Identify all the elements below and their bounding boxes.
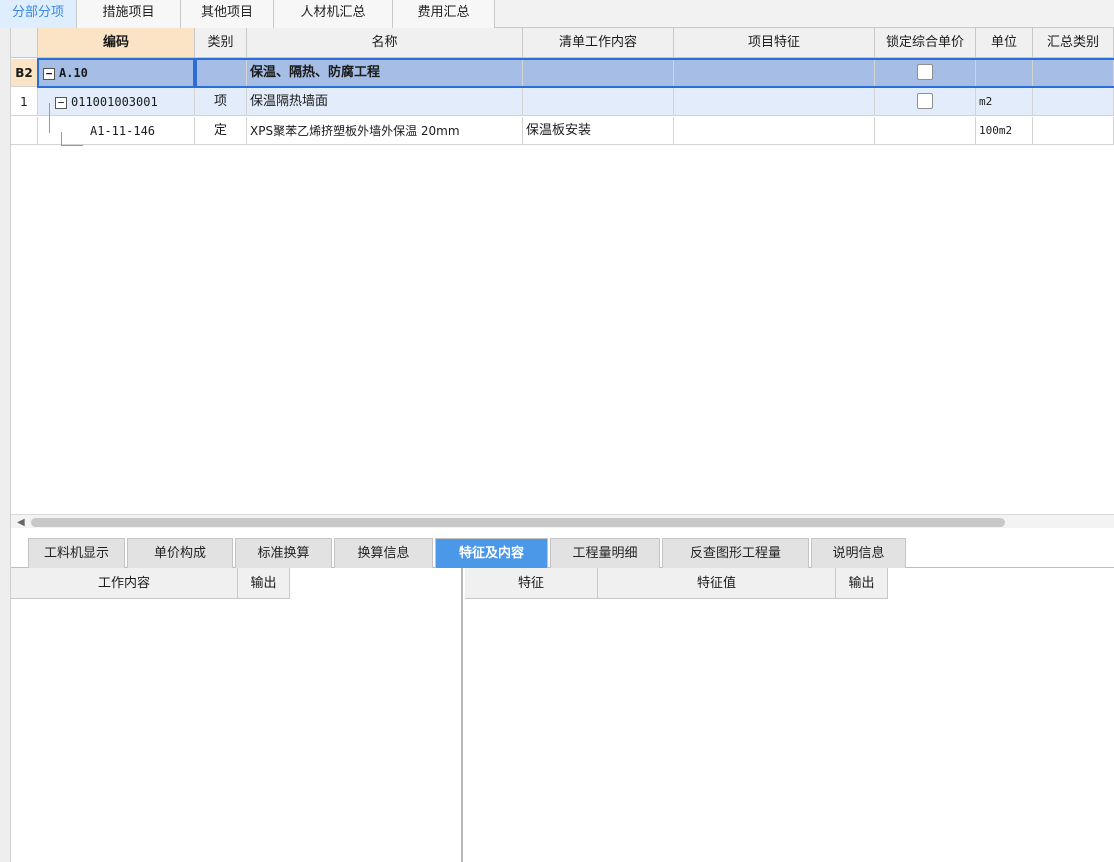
header-feature[interactable]: 项目特征 xyxy=(674,28,875,58)
header-output[interactable]: 输出 xyxy=(238,568,290,599)
type-cell[interactable] xyxy=(195,59,247,87)
header-work-content[interactable]: 工作内容 xyxy=(11,568,238,599)
header-unit[interactable]: 单位 xyxy=(976,28,1033,58)
header-summary-type[interactable]: 汇总类别 xyxy=(1033,28,1114,58)
row-number: 1 xyxy=(11,88,38,116)
detail-tab-bar: 工料机显示 单价构成 标准换算 换算信息 特征及内容 工程量明细 反查图形工程量… xyxy=(11,536,1114,568)
work-content-cell[interactable] xyxy=(523,59,674,87)
tab-labor-material-summary[interactable]: 人材机汇总 xyxy=(274,0,393,28)
tab-measures[interactable]: 措施项目 xyxy=(77,0,181,28)
unit-cell[interactable]: m2 xyxy=(976,88,1033,116)
tab-other-items[interactable]: 其他项目 xyxy=(181,0,274,28)
tab-unit-price-composition[interactable]: 单价构成 xyxy=(127,538,233,568)
tab-labor-material-display[interactable]: 工料机显示 xyxy=(28,538,125,568)
header-code[interactable]: 编码 xyxy=(38,28,195,58)
work-content-panel: 工作内容 输出 xyxy=(11,568,463,862)
horizontal-scrollbar[interactable]: ◀ xyxy=(11,514,1114,528)
summary-cell[interactable] xyxy=(1033,59,1114,87)
scroll-thumb[interactable] xyxy=(31,518,1005,527)
work-content-cell[interactable] xyxy=(523,88,674,116)
tab-reverse-graphic-quantity[interactable]: 反查图形工程量 xyxy=(662,538,809,568)
unit-cell[interactable]: 100m2 xyxy=(976,117,1033,145)
row-number xyxy=(11,117,38,145)
lock-price-cell[interactable] xyxy=(875,88,976,116)
items-grid: 编码 类别 名称 清单工作内容 项目特征 锁定综合单价 单位 汇总类别 B2 −… xyxy=(11,28,1114,514)
code-text: A.10 xyxy=(59,66,88,80)
type-cell[interactable]: 定 xyxy=(195,117,247,145)
collapse-icon[interactable]: − xyxy=(55,96,67,109)
tab-cost-summary[interactable]: 费用汇总 xyxy=(393,0,495,28)
tree-line xyxy=(49,103,50,133)
lock-price-cell[interactable] xyxy=(875,59,976,87)
tab-division-items[interactable]: 分部分项 xyxy=(0,0,77,28)
top-tab-bar: 分部分项 措施项目 其他项目 人材机汇总 费用汇总 xyxy=(0,0,1114,28)
feature-panel: 特征 特征值 输出 xyxy=(465,568,1114,862)
code-cell[interactable]: − A.10 xyxy=(38,59,195,87)
code-cell[interactable]: −011001003001 xyxy=(38,88,195,116)
tab-features-content[interactable]: 特征及内容 xyxy=(435,538,548,568)
summary-cell[interactable] xyxy=(1033,117,1114,145)
header-output[interactable]: 输出 xyxy=(836,568,888,599)
unit-cell[interactable] xyxy=(976,59,1033,87)
tab-conversion-info[interactable]: 换算信息 xyxy=(334,538,433,568)
header-feature-value[interactable]: 特征值 xyxy=(598,568,836,599)
collapse-icon[interactable]: − xyxy=(43,67,55,80)
header-lock-price[interactable]: 锁定综合单价 xyxy=(875,28,976,58)
name-cell[interactable]: 保温隔热墙面 xyxy=(247,88,523,116)
name-cell[interactable]: 保温、隔热、防腐工程 xyxy=(247,59,523,87)
tab-description-info[interactable]: 说明信息 xyxy=(811,538,906,568)
name-cell[interactable]: XPS聚苯乙烯挤塑板外墙外保温 20mm xyxy=(247,117,523,145)
left-panel-strip xyxy=(0,28,11,862)
feature-cell[interactable] xyxy=(674,88,875,116)
lock-price-cell[interactable] xyxy=(875,117,976,145)
work-content-cell[interactable]: 保温板安装 xyxy=(523,117,674,145)
summary-cell[interactable] xyxy=(1033,88,1114,116)
lock-checkbox[interactable] xyxy=(917,93,933,109)
tree-line xyxy=(61,145,83,146)
code-text: 011001003001 xyxy=(71,95,158,109)
header-work-content[interactable]: 清单工作内容 xyxy=(523,28,674,58)
tab-standard-conversion[interactable]: 标准换算 xyxy=(235,538,332,568)
scroll-left-icon[interactable]: ◀ xyxy=(17,517,25,528)
header-name[interactable]: 名称 xyxy=(247,28,523,58)
tree-line xyxy=(61,132,62,145)
feature-cell[interactable] xyxy=(674,117,875,145)
header-feature[interactable]: 特征 xyxy=(465,568,598,599)
lock-checkbox[interactable] xyxy=(917,64,933,80)
header-rowhead xyxy=(11,28,38,58)
type-cell[interactable]: 项 xyxy=(195,88,247,116)
header-type[interactable]: 类别 xyxy=(195,28,247,58)
feature-cell[interactable] xyxy=(674,59,875,87)
tab-quantity-details[interactable]: 工程量明细 xyxy=(550,538,660,568)
row-number: B2 xyxy=(11,59,38,87)
